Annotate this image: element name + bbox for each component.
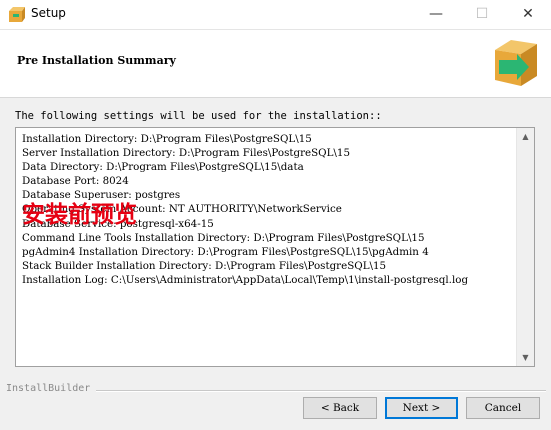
page-header: Pre Installation Summary: [0, 30, 551, 98]
setup-app-icon: [9, 7, 25, 22]
intro-text: The following settings will be used for …: [15, 110, 382, 122]
next-button[interactable]: Next >: [385, 397, 458, 419]
back-button[interactable]: < Back: [303, 397, 377, 419]
page-title: Pre Installation Summary: [17, 54, 176, 67]
scroll-down-icon[interactable]: ▼: [517, 349, 534, 366]
maximize-button[interactable]: ☐: [459, 0, 505, 29]
close-button[interactable]: ✕: [505, 0, 551, 29]
summary-textbox[interactable]: Installation Directory: D:\Program Files…: [15, 127, 535, 367]
minimize-button[interactable]: —: [413, 0, 459, 29]
annotation-text: 安装前预览: [22, 202, 137, 228]
window-title: Setup: [31, 6, 66, 20]
vertical-scrollbar[interactable]: ▲ ▼: [516, 128, 534, 366]
footer-divider: [96, 390, 546, 392]
title-bar: Setup — ☐ ✕: [0, 0, 551, 30]
cancel-button[interactable]: Cancel: [466, 397, 540, 419]
scroll-up-icon[interactable]: ▲: [517, 128, 534, 145]
install-box-icon: [495, 40, 537, 86]
installbuilder-label: InstallBuilder: [6, 383, 91, 394]
